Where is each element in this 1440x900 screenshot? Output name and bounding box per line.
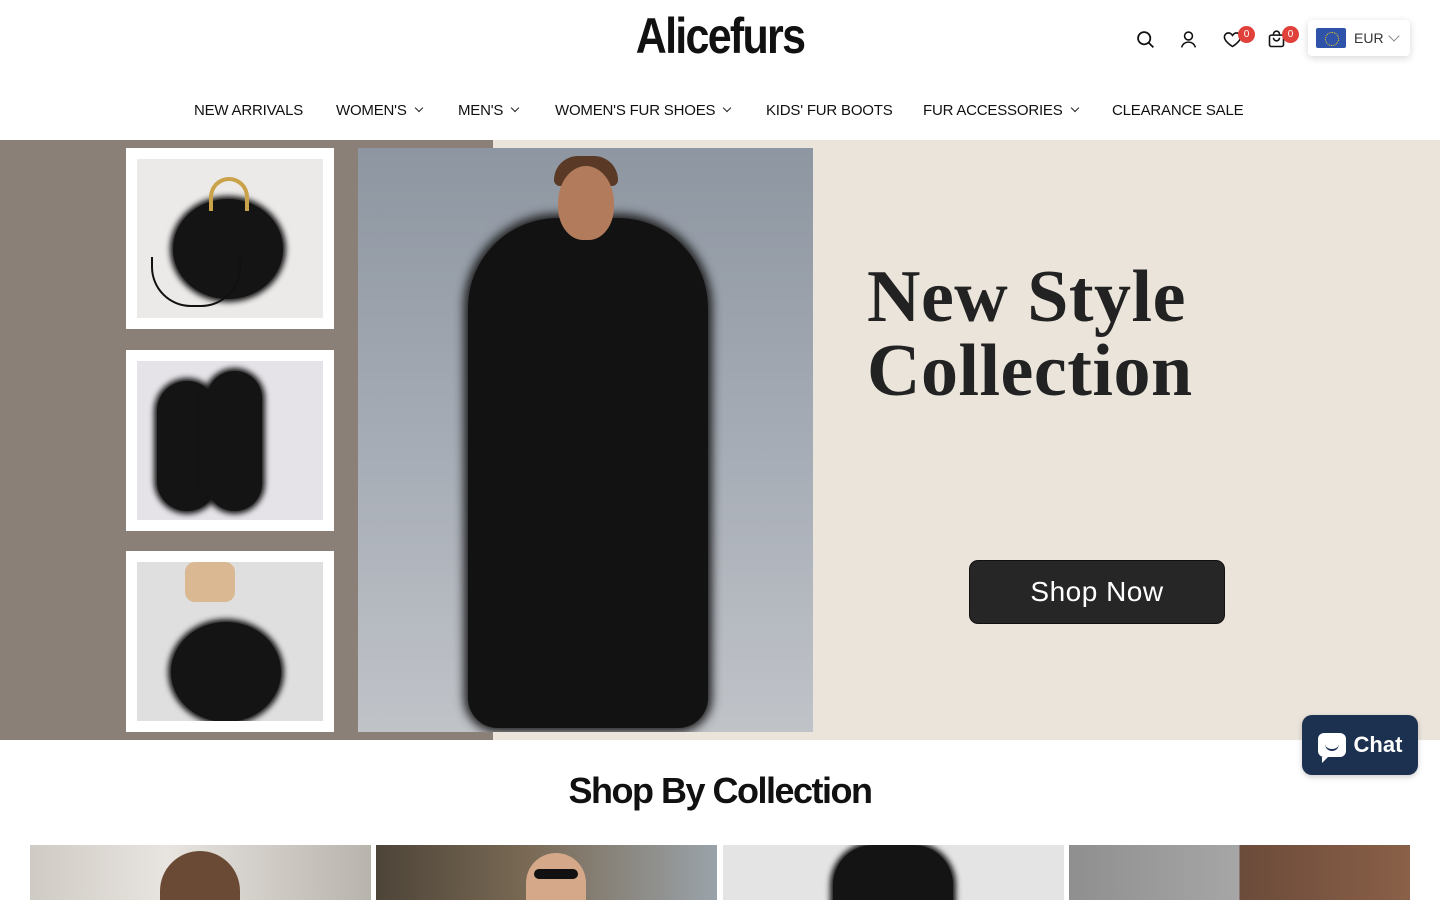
nav-womens-fur-shoes[interactable]: WOMEN'S FUR SHOES xyxy=(555,96,732,124)
nav-new-arrivals[interactable]: NEW ARRIVALS xyxy=(194,96,303,124)
fur-bag-image xyxy=(137,159,323,318)
chevron-down-icon xyxy=(414,103,423,113)
chat-icon xyxy=(1317,733,1346,763)
fur-handbag-image xyxy=(137,562,323,721)
site-header: Alicefurs 0 0 EUR NEW ARRIVALS WOMEN'S M… xyxy=(0,0,1440,140)
main-nav: NEW ARRIVALS WOMEN'S MEN'S WOMEN'S FUR S… xyxy=(0,96,1440,124)
nav-mens[interactable]: MEN'S xyxy=(458,96,520,124)
currency-selector[interactable]: EUR xyxy=(1308,20,1410,56)
nav-clearance-sale[interactable]: CLEARANCE SALE xyxy=(1112,96,1244,124)
chevron-down-icon xyxy=(510,103,520,113)
nav-fur-accessories[interactable]: FUR ACCESSORIES xyxy=(923,96,1079,124)
collection-card-4[interactable] xyxy=(1069,845,1410,900)
chevron-down-icon xyxy=(1387,29,1400,42)
nav-kids-fur-boots[interactable]: KIDS' FUR BOOTS xyxy=(766,96,893,124)
wishlist-button[interactable]: 0 xyxy=(1215,22,1255,56)
account-button[interactable] xyxy=(1171,22,1205,56)
hero-title: New Style Collection xyxy=(867,256,1193,412)
chat-button[interactable]: Chat xyxy=(1302,715,1418,775)
fur-boots-image xyxy=(137,361,323,520)
wishlist-count-badge: 0 xyxy=(1238,26,1255,43)
model-fur-coat-image xyxy=(358,148,813,732)
collection-section-title: Shop By Collection xyxy=(568,770,873,811)
collection-card-2[interactable] xyxy=(376,845,717,900)
shop-now-button[interactable]: Shop Now xyxy=(970,561,1224,623)
cart-button[interactable]: 0 xyxy=(1259,22,1299,56)
product-thumb-handbag xyxy=(126,551,334,732)
product-thumb-bag xyxy=(126,148,334,329)
hero-banner[interactable]: New Style Collection Shop Now xyxy=(0,140,1440,740)
account-icon xyxy=(1180,30,1196,48)
chevron-down-icon xyxy=(1070,103,1079,113)
eu-flag-icon xyxy=(1316,28,1346,48)
nav-womens[interactable]: WOMEN'S xyxy=(336,96,423,124)
search-icon xyxy=(1136,30,1154,48)
search-button[interactable] xyxy=(1128,22,1162,56)
product-thumb-boots xyxy=(126,350,334,531)
chevron-down-icon xyxy=(723,103,732,113)
collection-card-1[interactable] xyxy=(30,845,371,900)
cart-count-badge: 0 xyxy=(1282,26,1299,43)
currency-label: EUR xyxy=(1354,30,1384,46)
collection-card-3[interactable] xyxy=(723,845,1064,900)
